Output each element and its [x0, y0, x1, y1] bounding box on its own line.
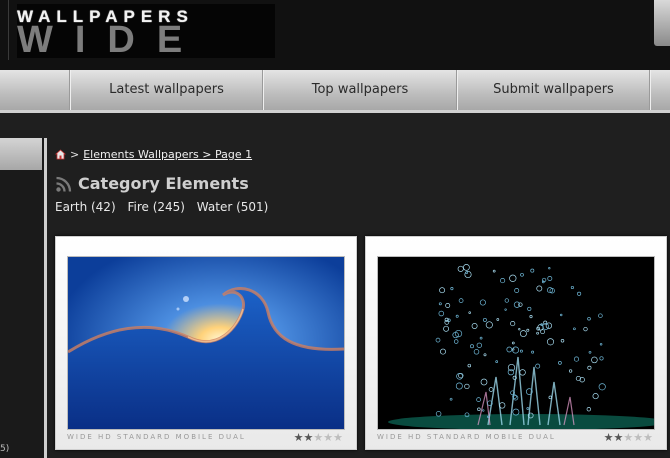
sidebar-header — [0, 138, 42, 170]
category-heading: Category Elements — [55, 174, 249, 193]
breadcrumb-separator: > — [70, 148, 80, 161]
subcategory-fire[interactable]: Fire (245) — [127, 200, 185, 214]
nav-submit-wallpapers[interactable]: Submit wallpapers — [456, 70, 650, 110]
sidebar: 5) — [0, 138, 47, 458]
rating-stars: ★★★★★ — [293, 430, 343, 444]
wallpaper-card: WIDE HD STANDARD MOBILE DUAL ★★★★★ — [55, 236, 357, 450]
header-divider — [8, 0, 9, 60]
breadcrumb: > Elements Wallpapers > Page 1 — [55, 148, 252, 161]
logo-bottom-text: WIDE — [17, 19, 205, 61]
category-title: Category Elements — [78, 174, 249, 193]
rss-icon[interactable] — [55, 175, 73, 193]
main-nav: Latest wallpapers Top wallpapers Submit … — [0, 70, 670, 113]
subcategory-water[interactable]: Water (501) — [197, 200, 269, 214]
sidebar-count-text: 5) — [0, 444, 10, 454]
nav-latest-wallpapers[interactable]: Latest wallpapers — [69, 70, 263, 110]
subcategory-earth[interactable]: Earth (42) — [55, 200, 116, 214]
breadcrumb-link[interactable]: Elements Wallpapers > Page 1 — [83, 148, 252, 161]
wallpaper-thumbnail-water-wave[interactable] — [67, 256, 345, 430]
formats-text[interactable]: WIDE HD STANDARD MOBILE DUAL — [377, 433, 556, 441]
nav-top-wallpapers[interactable]: Top wallpapers — [262, 70, 457, 110]
formats-text[interactable]: WIDE HD STANDARD MOBILE DUAL — [67, 433, 246, 441]
home-icon[interactable] — [55, 149, 66, 160]
site-logo[interactable]: WALLPAPERS WIDE — [17, 4, 275, 61]
wallpaper-thumbnail-water-bubbles[interactable] — [377, 256, 655, 430]
site-header: WALLPAPERS WIDE — [0, 0, 670, 70]
wallpaper-formats: WIDE HD STANDARD MOBILE DUAL ★★★★★ — [67, 430, 343, 444]
corner-tab[interactable] — [654, 0, 670, 46]
subcategory-list: Earth (42) Fire (245) Water (501) — [55, 200, 276, 214]
wallpaper-formats: WIDE HD STANDARD MOBILE DUAL ★★★★★ — [377, 430, 653, 444]
rating-stars: ★★★★★ — [603, 430, 653, 444]
nav-separator — [649, 70, 670, 110]
wallpaper-card: WIDE HD STANDARD MOBILE DUAL ★★★★★ — [365, 236, 667, 450]
